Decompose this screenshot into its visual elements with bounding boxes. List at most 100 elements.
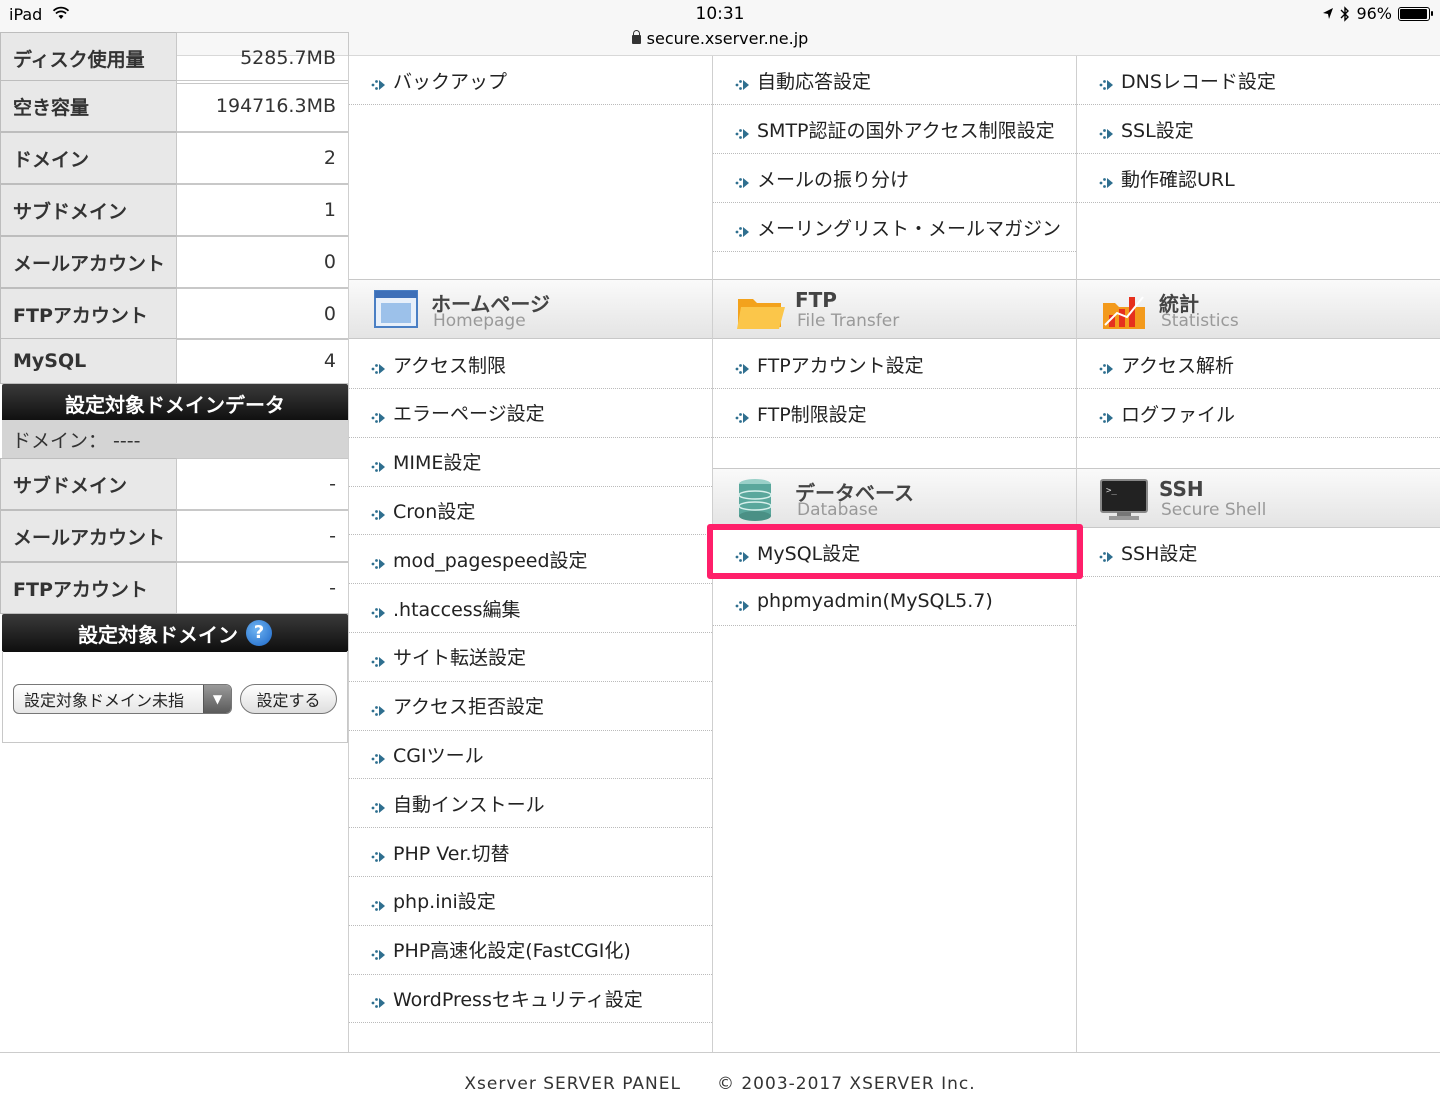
arrow-bullet-icon bbox=[371, 554, 387, 570]
arrow-bullet-icon bbox=[1099, 173, 1115, 188]
help-icon[interactable]: ? bbox=[246, 620, 272, 646]
section-subtitle: Secure Shell bbox=[1161, 500, 1267, 520]
menu-item-domain-0[interactable]: DNSレコード設定 bbox=[1077, 56, 1440, 105]
clock: 10:31 bbox=[695, 4, 745, 24]
arrow-bullet-icon bbox=[371, 798, 387, 814]
menu-item-label: PHP高速化設定(FastCGI化) bbox=[393, 940, 631, 963]
terminal-icon: >_ bbox=[1100, 479, 1148, 520]
menu-item-label: アクセス解析 bbox=[1121, 354, 1235, 377]
menu-item-ssh-0[interactable]: SSH設定 bbox=[1077, 528, 1440, 577]
menu-item-homepage-7[interactable]: アクセス拒否設定 bbox=[349, 682, 712, 731]
menu-item-mail-0[interactable]: 自動応答設定 bbox=[713, 56, 1076, 105]
menu-item-label: 自動インストール bbox=[393, 793, 545, 816]
menu-item-backup[interactable]: バックアップ bbox=[349, 56, 712, 105]
stat-value: 0 bbox=[177, 288, 349, 340]
menu-item-homepage-0[interactable]: アクセス制限 bbox=[349, 340, 712, 389]
menu-item-homepage-10[interactable]: PHP Ver.切替 bbox=[349, 828, 712, 877]
domain-stat-subdomain: サブドメイン - bbox=[0, 458, 349, 510]
stat-label: ディスク使用量 bbox=[0, 32, 177, 84]
domain-stat-ftp: FTPアカウント - bbox=[0, 562, 349, 614]
menu-item-label: ログファイル bbox=[1121, 403, 1236, 426]
menu-item-homepage-9[interactable]: 自動インストール bbox=[349, 779, 712, 829]
arrow-bullet-icon bbox=[735, 75, 751, 90]
stat-value: - bbox=[177, 458, 349, 510]
menu-item-homepage-11[interactable]: php.ini設定 bbox=[349, 877, 712, 926]
arrow-bullet-icon bbox=[371, 701, 387, 716]
arrow-bullet-icon bbox=[735, 124, 751, 139]
menu-item-label: サイト転送設定 bbox=[393, 647, 527, 670]
menu-item-label: SMTP認証の国外アクセス制限設定 bbox=[757, 119, 1055, 142]
arrow-bullet-icon bbox=[735, 408, 751, 423]
highlight-box-mysql-settings bbox=[707, 524, 1083, 579]
menu-item-label: アクセス制限 bbox=[393, 354, 507, 377]
section-header-homepage: ホームページ Homepage bbox=[349, 279, 712, 339]
arrow-bullet-icon bbox=[1099, 408, 1115, 423]
section-header-database: データベース Database bbox=[713, 468, 1076, 528]
stat-row-subdomain: サブドメイン 1 bbox=[0, 184, 349, 236]
arrow-bullet-icon bbox=[371, 359, 387, 374]
domain-select[interactable]: 設定対象ドメイン未指 ▼ bbox=[13, 684, 232, 714]
menu-item-homepage-8[interactable]: CGIツール bbox=[349, 730, 712, 780]
menu-item-label: PHP Ver.切替 bbox=[393, 842, 510, 865]
menu-item-domain-1[interactable]: SSL設定 bbox=[1077, 105, 1440, 154]
menu-item-homepage-2[interactable]: MIME設定 bbox=[349, 438, 712, 487]
arrow-bullet-icon bbox=[735, 359, 751, 374]
menu-item-label: エラーページ設定 bbox=[393, 403, 545, 426]
stat-value: 194716.3MB bbox=[177, 80, 349, 132]
target-domain-header: 設定対象ドメイン ? bbox=[2, 614, 348, 652]
stat-value: 5285.7MB bbox=[177, 32, 349, 84]
sidebar: ディスク使用量 5285.7MB 空き容量 194716.3MB ドメイン 2 … bbox=[0, 32, 349, 1080]
section-subtitle: Database bbox=[797, 500, 879, 520]
menu-item-homepage-5[interactable]: .htaccess編集 bbox=[349, 584, 712, 633]
menu-item-label: アクセス拒否設定 bbox=[393, 696, 545, 719]
url-text: secure.xserver.ne.jp bbox=[646, 29, 809, 48]
menu-item-mail-2[interactable]: メールの振り分け bbox=[713, 154, 1076, 203]
section-title: FTP bbox=[795, 288, 837, 312]
domain-select-panel: 設定対象ドメイン未指 ▼ 設定する bbox=[2, 651, 348, 743]
arrow-bullet-icon bbox=[371, 993, 387, 1009]
target-domain-title: 設定対象ドメイン bbox=[78, 622, 238, 647]
footer-copyright: Xserver SERVER PANEL © 2003-2017 XSERVER… bbox=[464, 1074, 976, 1094]
arrow-bullet-icon bbox=[735, 173, 751, 188]
menu-item-statistics-1[interactable]: ログファイル bbox=[1077, 389, 1440, 438]
arrow-bullet-icon bbox=[371, 945, 387, 960]
menu-item-ftp-0[interactable]: FTPアカウント設定 bbox=[713, 340, 1076, 389]
arrow-bullet-icon bbox=[1099, 547, 1115, 562]
menu-item-label: .htaccess編集 bbox=[393, 598, 521, 621]
arrow-bullet-icon bbox=[371, 457, 387, 472]
set-domain-button[interactable]: 設定する bbox=[240, 684, 337, 714]
arrow-bullet-icon bbox=[371, 896, 387, 911]
arrow-bullet-icon bbox=[371, 603, 387, 618]
menu-item-mail-3[interactable]: メーリングリスト・メールマガジン bbox=[713, 203, 1076, 252]
menu-item-homepage-6[interactable]: サイト転送設定 bbox=[349, 633, 712, 682]
battery-level bbox=[1400, 8, 1427, 19]
menu-item-homepage-12[interactable]: PHP高速化設定(FastCGI化) bbox=[349, 926, 712, 975]
menu-item-ftp-1[interactable]: FTP制限設定 bbox=[713, 389, 1076, 438]
arrow-bullet-icon bbox=[371, 749, 387, 765]
stat-label: メールアカウント bbox=[0, 510, 177, 562]
menu-item-homepage-3[interactable]: Cron設定 bbox=[349, 486, 712, 536]
menu-item-homepage-13[interactable]: WordPressセキュリティ設定 bbox=[349, 974, 712, 1024]
menu-item-label: CGIツール bbox=[393, 744, 484, 767]
database-icon bbox=[738, 479, 772, 521]
battery-percent: 96% bbox=[1356, 4, 1392, 23]
menu-item-database-1[interactable]: phpmyadmin(MySQL5.7) bbox=[713, 577, 1076, 626]
stat-row-domain: ドメイン 2 bbox=[0, 132, 349, 184]
arrow-bullet-icon bbox=[735, 222, 751, 237]
current-domain: ドメイン： ---- bbox=[2, 420, 348, 458]
section-header-ftp: FTP File Transfer bbox=[713, 279, 1076, 339]
menu-item-label: WordPressセキュリティ設定 bbox=[393, 988, 643, 1011]
menu-item-label: DNSレコード設定 bbox=[1121, 70, 1276, 93]
section-header-ssh: >_ SSH Secure Shell bbox=[1077, 468, 1440, 528]
menu-item-homepage-4[interactable]: mod_pagespeed設定 bbox=[349, 535, 712, 585]
stat-label: FTPアカウント bbox=[0, 288, 177, 340]
menu-item-statistics-0[interactable]: アクセス解析 bbox=[1077, 340, 1440, 389]
menu-item-homepage-1[interactable]: エラーページ設定 bbox=[349, 389, 712, 438]
stat-value: 2 bbox=[177, 132, 349, 184]
menu-item-domain-2[interactable]: 動作確認URL bbox=[1077, 154, 1440, 203]
folder-icon bbox=[737, 299, 785, 329]
menu-item-mail-1[interactable]: SMTP認証の国外アクセス制限設定 bbox=[713, 105, 1076, 154]
menu-item-label: SSH設定 bbox=[1121, 542, 1198, 565]
svg-text:>_: >_ bbox=[1106, 486, 1117, 496]
arrow-bullet-icon bbox=[371, 847, 387, 862]
